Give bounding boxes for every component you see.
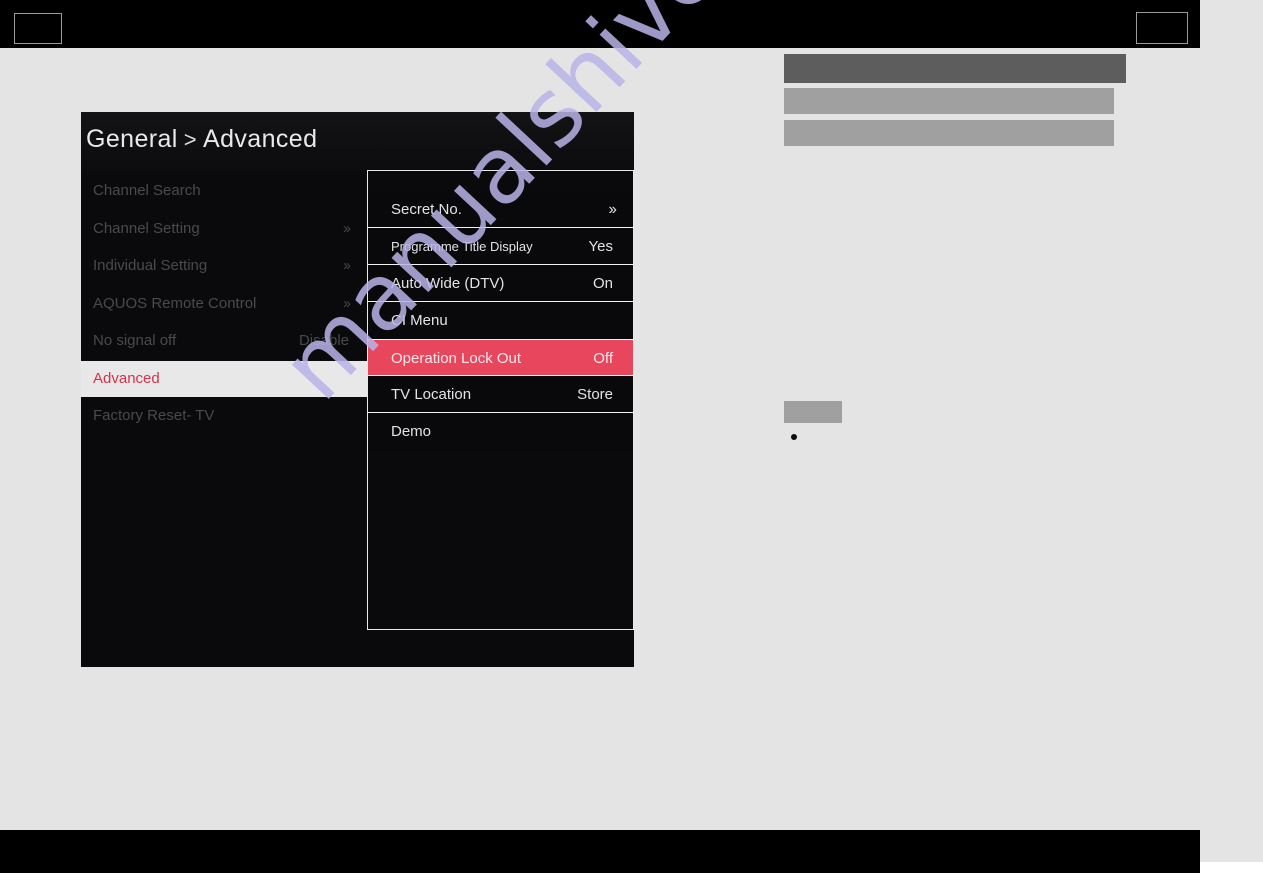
menu-item-label: Factory Reset- TV (93, 406, 215, 424)
bottom-black-band (0, 830, 1200, 873)
menu-item-label: No signal off (93, 332, 177, 349)
bullet-point-icon (791, 434, 797, 440)
osd-submenu-advanced: Secret No. ›› Programme Title Display Ye… (367, 170, 634, 630)
breadcrumb: General > Advanced (86, 125, 317, 154)
chevron-right-icon: ›› (343, 294, 351, 312)
menu-item-label: Channel Search (93, 182, 201, 199)
submenu-item-operation-lock-out[interactable]: Operation Lock Out Off (368, 339, 633, 376)
submenu-item-label: Secret No. (391, 201, 462, 218)
page-root: General > Advanced Channel Search Channel … (0, 0, 1263, 893)
submenu-item-label: Demo (391, 423, 432, 440)
menu-item-label: Individual Setting (93, 257, 208, 274)
submenu-item-value: Off (593, 350, 613, 367)
menu-item-no-signal-off[interactable]: No signal off Disable (81, 322, 367, 360)
submenu-item-label: Auto Wide (DTV) (391, 275, 505, 292)
submenu-item-programme-title-display[interactable]: Programme Title Display Yes (368, 228, 633, 265)
menu-item-advanced[interactable]: Advanced (81, 360, 367, 397)
breadcrumb-current: Advanced (203, 125, 318, 153)
tv-osd-panel: General > Advanced Channel Search Channel … (81, 112, 634, 667)
submenu-item-value: On (592, 275, 613, 292)
submenu-item-value: Store (577, 386, 613, 403)
submenu-item-value: Yes (588, 238, 613, 255)
osd-left-menu: Channel Search Channel Setting ›› Indivi… (81, 172, 367, 434)
top-black-band (0, 0, 1200, 48)
submenu-item-demo[interactable]: Demo (368, 413, 633, 450)
menu-item-label: Advanced (93, 369, 160, 387)
submenu-item-ci-menu[interactable]: CI Menu (368, 302, 633, 339)
header-right-placeholder-box (1136, 12, 1188, 44)
osd-title-bar: General > Advanced (81, 112, 634, 172)
menu-item-label: Channel Setting (93, 219, 200, 237)
menu-item-label: AQUOS Remote Control (93, 294, 257, 312)
submenu-item-label: Operation Lock Out (391, 350, 522, 367)
header-left-placeholder-box (14, 13, 62, 44)
menu-item-channel-search[interactable]: Channel Search (81, 172, 367, 210)
placeholder-bar-line-1 (784, 88, 1114, 114)
placeholder-bar-heading (784, 54, 1126, 83)
breadcrumb-parent: General (86, 125, 178, 153)
menu-item-factory-reset-tv[interactable]: Factory Reset- TV (81, 397, 367, 435)
menu-item-value: Disable (298, 332, 349, 349)
placeholder-bar-line-2 (784, 120, 1114, 146)
chevron-right-icon: ›› (608, 201, 617, 218)
menu-item-aquos-remote-control[interactable]: AQUOS Remote Control ›› (81, 285, 367, 323)
submenu-item-secret-no[interactable]: Secret No. ›› (368, 191, 633, 228)
chevron-right-icon: ›› (343, 257, 351, 274)
submenu-item-label: CI Menu (391, 312, 448, 329)
menu-item-individual-setting[interactable]: Individual Setting ›› (81, 247, 367, 285)
submenu-item-auto-wide-dtv[interactable]: Auto Wide (DTV) On (368, 265, 633, 302)
breadcrumb-separator-icon: > (183, 127, 197, 152)
placeholder-box-small (784, 401, 842, 423)
submenu-item-label: TV Location (391, 386, 472, 403)
submenu-item-label: Programme Title Display (391, 239, 533, 254)
submenu-item-tv-location[interactable]: TV Location Store (368, 376, 633, 413)
chevron-right-icon: ›› (343, 219, 351, 237)
menu-item-channel-setting[interactable]: Channel Setting ›› (81, 210, 367, 248)
